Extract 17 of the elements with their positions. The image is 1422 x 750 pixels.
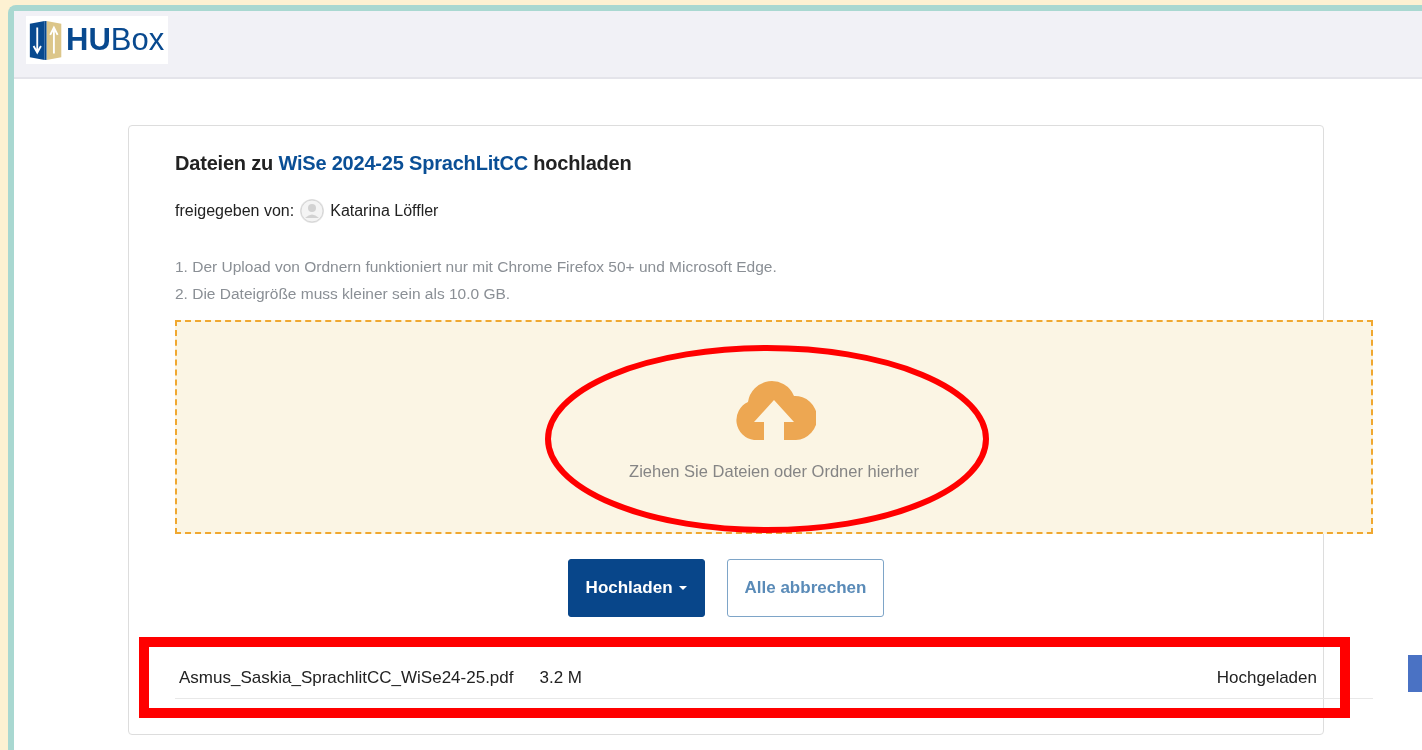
drop-hint: Ziehen Sie Dateien oder Ordner hierher bbox=[629, 462, 919, 481]
file-name: Asmus_Saskia_SprachlitCC_WiSe24-25.pdf bbox=[179, 668, 514, 688]
note-text: 1. Der Upload von Ordnern funktioniert nur mit Chrome Firefox 50+ und Microsoft Edge. bbox=[175, 257, 778, 277]
shared-by-label: freigegeben von: bbox=[175, 202, 295, 220]
side-tab[interactable] bbox=[1408, 655, 1422, 692]
file-size: 3.2 M bbox=[539, 668, 583, 688]
note-text: 2. Die Dateigröße muss kleiner sein als 10.0 GB. bbox=[175, 284, 512, 304]
title-text: hochladen bbox=[532, 152, 632, 174]
cancel-all-button[interactable]: Alle abbrechen bbox=[726, 559, 885, 617]
hubox-logo[interactable]: HUBox bbox=[26, 16, 169, 64]
logo-text: HUBox bbox=[66, 22, 165, 58]
user-name: Katarina Löffler bbox=[330, 202, 439, 220]
upload-button[interactable]: Hochladen bbox=[567, 559, 705, 617]
title-text: Dateien zu bbox=[175, 152, 275, 174]
upload-status: Hochgeladen bbox=[1216, 668, 1317, 688]
folder-link[interactable]: WiSe 2024-25 SprachLitCC bbox=[278, 152, 528, 174]
avatar-icon bbox=[300, 199, 325, 223]
